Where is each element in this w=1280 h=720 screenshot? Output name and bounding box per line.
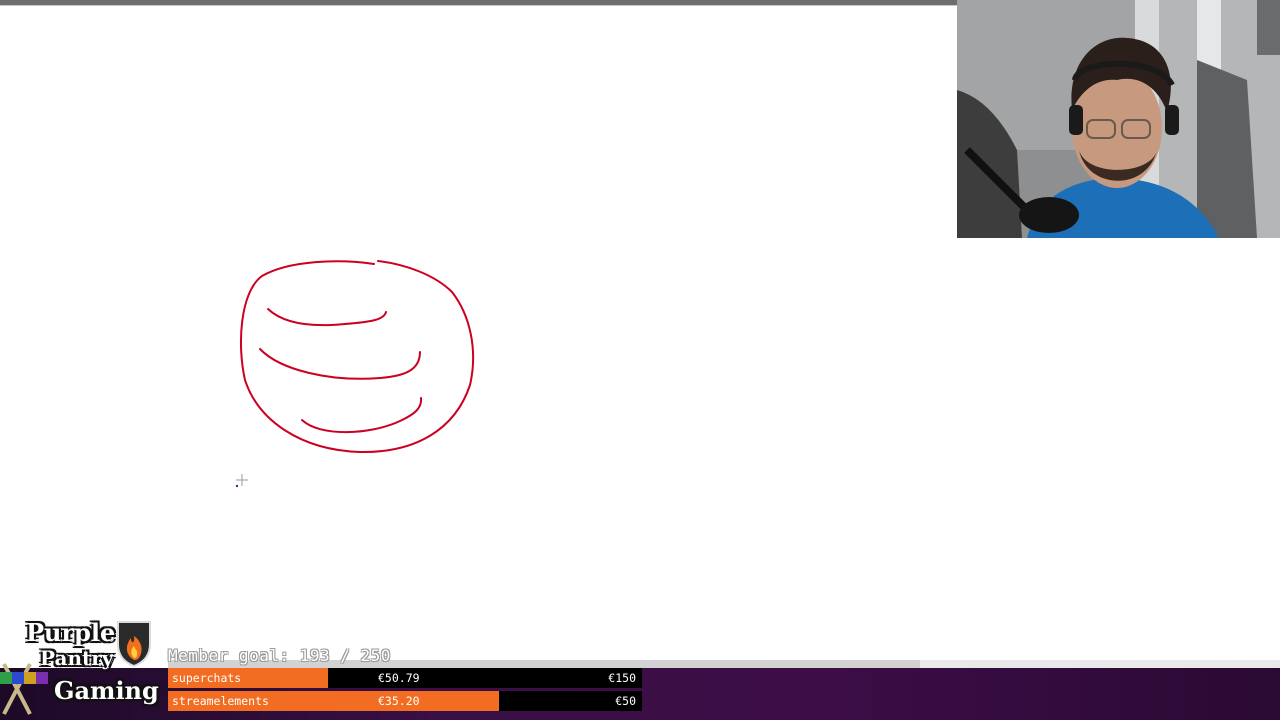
member-goal-label: Member goal: 193 / 250: [168, 646, 391, 665]
goal-amount: €50.79: [378, 671, 420, 685]
goal-name: superchats: [172, 671, 242, 685]
logo-line-2: Pantry: [40, 646, 114, 670]
webcam-feed-image: [957, 0, 1280, 238]
drawing-canvas[interactable]: [0, 6, 956, 656]
drawn-stroke-1: [267, 308, 387, 327]
drawing-layer: [235, 260, 475, 488]
drawn-stroke-2: [259, 348, 421, 380]
goal-target: €150: [608, 671, 636, 685]
logo-line-1: Purple: [26, 618, 116, 647]
goal-name: streamelements: [172, 694, 269, 708]
channel-logo: Purple Pantry Gaming: [0, 616, 168, 720]
goal-row-streamelements: streamelements €35.20 €50: [168, 691, 642, 711]
flame-shield-icon: [117, 621, 151, 668]
drawn-stroke-3: [301, 397, 423, 434]
logo-line-3: Gaming: [54, 676, 159, 705]
webcam-overlay: [957, 0, 1280, 238]
crosshair-cursor-icon: [236, 474, 248, 486]
cursor-dot: [235, 484, 239, 488]
drawn-outer-shape: [240, 260, 475, 454]
goal-amount: €35.20: [378, 694, 420, 708]
goal-target: €50: [615, 694, 636, 708]
goal-row-superchats: superchats €50.79 €150: [168, 668, 642, 688]
